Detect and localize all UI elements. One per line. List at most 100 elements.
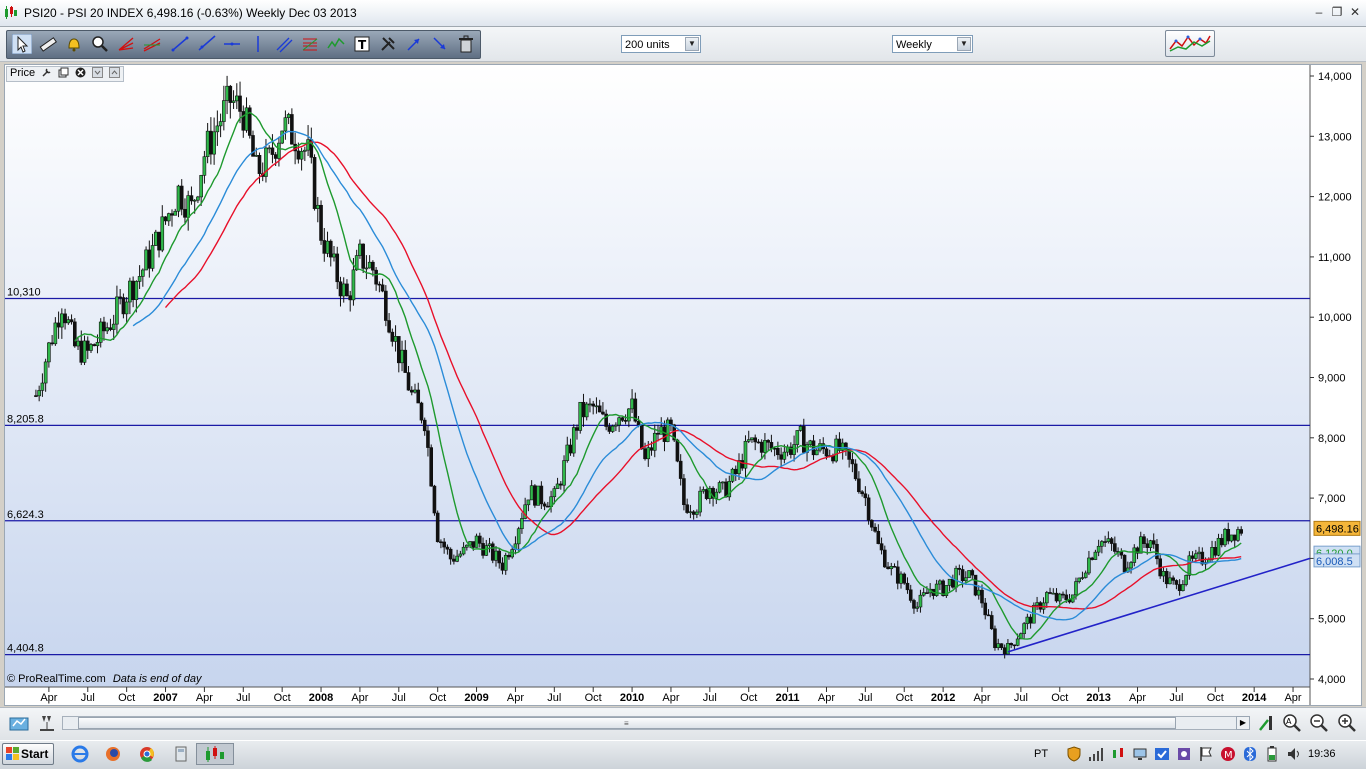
candle-body <box>905 582 910 591</box>
x-axis-tick-label: Apr <box>40 692 57 704</box>
battery-tray-icon[interactable] <box>1264 746 1280 762</box>
app-tray-icon[interactable] <box>1176 746 1192 762</box>
candle-body <box>124 301 129 315</box>
windows-logo-icon <box>6 747 19 760</box>
candle-body <box>1184 575 1188 585</box>
prorealtime-task-button[interactable] <box>196 743 234 765</box>
shield-tray-icon[interactable] <box>1066 746 1082 762</box>
pointer-icon[interactable] <box>12 34 32 54</box>
candle-body <box>254 155 259 157</box>
candle <box>1184 574 1188 587</box>
signal-tray-icon[interactable] <box>1088 746 1104 762</box>
tools-icon[interactable] <box>378 34 398 54</box>
candle-body <box>474 535 479 548</box>
units-select[interactable]: 200 units ▼ <box>621 35 701 53</box>
trendline-icon[interactable] <box>170 34 190 54</box>
candle-body <box>1009 643 1013 646</box>
chrome-icon[interactable] <box>137 745 157 763</box>
move-down-icon[interactable] <box>92 67 104 78</box>
arrow-up-icon[interactable] <box>404 34 424 54</box>
candle-body <box>186 195 190 218</box>
candle-body <box>364 267 369 270</box>
text-tool-icon[interactable]: T <box>352 34 372 54</box>
candle-body <box>1077 577 1081 582</box>
candle-body <box>575 427 579 431</box>
candle-body <box>565 444 570 461</box>
candle-body <box>1148 540 1153 548</box>
candle-body <box>824 448 829 457</box>
start-button[interactable]: Start <box>2 743 54 765</box>
wrench-icon[interactable] <box>41 67 52 78</box>
candle-body <box>698 490 702 513</box>
add-indicator-button[interactable] <box>1165 30 1215 57</box>
wave-icon[interactable] <box>326 34 346 54</box>
minimize-button[interactable]: – <box>1310 5 1328 20</box>
candlestick-app-icon <box>206 746 224 762</box>
windows-icon[interactable] <box>58 67 69 78</box>
candle-body <box>915 606 920 609</box>
alert-bell-icon[interactable] <box>64 34 84 54</box>
language-indicator[interactable]: PT <box>1034 748 1048 760</box>
check-tray-icon[interactable] <box>1154 746 1170 762</box>
price-panel-header[interactable]: Price <box>6 66 125 82</box>
x-axis-tick-label: Oct <box>1207 692 1224 704</box>
go-to-end-icon[interactable] <box>1254 712 1276 734</box>
candle-body <box>584 403 589 418</box>
candle-body <box>568 444 573 454</box>
candle-body <box>128 280 132 303</box>
candle-body <box>1051 592 1056 595</box>
ray-icon[interactable] <box>196 34 216 54</box>
candle-body <box>338 281 343 297</box>
volume-tray-icon[interactable] <box>1286 746 1302 762</box>
x-axis-tick-label: Oct <box>429 692 446 704</box>
candle-tray-icon[interactable] <box>1110 746 1126 762</box>
candle <box>280 130 284 145</box>
candle-body <box>980 589 984 604</box>
calculator-icon[interactable] <box>171 745 191 763</box>
trash-icon[interactable] <box>456 34 476 54</box>
candle-body <box>202 156 207 176</box>
svg-text:T: T <box>358 38 367 52</box>
timeframe-select[interactable]: Weekly ▼ <box>892 35 973 53</box>
channel-icon[interactable] <box>142 34 162 54</box>
network-tray-icon[interactable] <box>1132 746 1148 762</box>
candle-body <box>50 342 54 345</box>
candle-body <box>756 441 761 444</box>
fibonacci-icon[interactable] <box>300 34 320 54</box>
price-chart[interactable]: 10,310 8,205.8 6,624.3 4,404.8 14,000 13,000… <box>5 65 1361 705</box>
ruler-icon[interactable] <box>38 34 58 54</box>
fan-icon[interactable] <box>116 34 136 54</box>
zoom-out-icon[interactable] <box>1308 712 1330 734</box>
auto-zoom-icon[interactable]: A <box>1281 712 1303 734</box>
close-button[interactable]: ✕ <box>1346 5 1364 20</box>
svg-text:M: M <box>1224 750 1233 761</box>
restore-button[interactable]: ❐ <box>1328 5 1346 20</box>
move-up-icon[interactable] <box>109 67 121 78</box>
flag-tray-icon[interactable] <box>1198 746 1214 762</box>
zoom-in-icon[interactable] <box>1336 712 1358 734</box>
arrow-down-icon[interactable] <box>430 34 450 54</box>
clock[interactable]: 19:36 <box>1308 748 1336 760</box>
scroll-right-button[interactable]: ▶ <box>1236 716 1250 730</box>
candle-body <box>675 439 680 462</box>
candle-body <box>1006 643 1010 655</box>
horizontal-line-icon[interactable] <box>222 34 242 54</box>
bluetooth-tray-icon[interactable] <box>1242 746 1258 762</box>
chart-nav-icon[interactable] <box>8 712 30 734</box>
parallel-lines-icon[interactable] <box>274 34 294 54</box>
internet-explorer-icon[interactable] <box>70 745 90 763</box>
candle-body <box>782 451 787 460</box>
scale-icon[interactable] <box>36 712 58 734</box>
candle-body <box>1087 557 1091 574</box>
candle <box>533 484 537 508</box>
zoom-magnifier-icon[interactable] <box>90 34 110 54</box>
vertical-line-icon[interactable] <box>248 34 268 54</box>
candle-body <box>999 643 1004 648</box>
firefox-icon[interactable] <box>103 745 123 763</box>
candle-body <box>173 210 178 216</box>
candle-body <box>1045 592 1049 604</box>
antivirus-tray-icon[interactable]: M <box>1220 746 1236 762</box>
candle-body <box>1048 592 1052 594</box>
close-panel-icon[interactable] <box>75 67 86 78</box>
candle-body <box>610 425 615 432</box>
